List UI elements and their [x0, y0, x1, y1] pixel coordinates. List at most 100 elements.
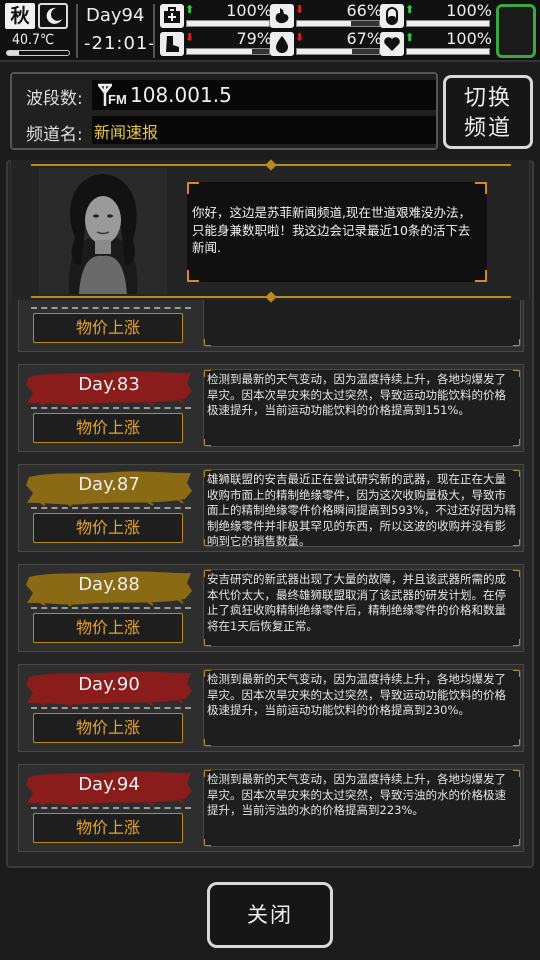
text-box-corner: [204, 770, 211, 777]
stat-health[interactable]: ⬆ 100%: [160, 1, 276, 28]
trend-arrow: ⬇: [185, 31, 195, 44]
announcer-speech-bubble: 你好，这边是苏菲新闻频道,现在世道艰难没办法，只能身兼数职啦！我这边会记录最近1…: [187, 182, 487, 282]
day-label: Day.87: [78, 474, 140, 495]
close-button[interactable]: 关闭: [207, 882, 333, 948]
day-label: Day.88: [78, 574, 140, 595]
news-body-text: 检测到最新的天气变动，因为温度持续上升，各地均爆发了旱灾。因本次旱灾来的太过突然…: [207, 372, 506, 417]
trend-arrow: ⬆: [405, 3, 415, 16]
day-label: Day.83: [78, 374, 140, 395]
gold-diamond: [265, 159, 277, 171]
channel-display: 新闻速报: [92, 116, 436, 144]
status-divider: [153, 4, 155, 58]
stat-thirst[interactable]: ⬇ 67%: [270, 29, 386, 56]
bubble-corner: [187, 182, 199, 194]
news-card: Day.87 物价上涨 雄狮联盟的安吉最近正在尝试研究新的武器，现在正在大量收购市面…: [18, 464, 524, 552]
day-banner: Day.94: [25, 769, 193, 807]
pill-icon: [380, 4, 404, 28]
stat-bar-fill: [407, 21, 489, 26]
announcer-portrait: [39, 168, 167, 294]
dashed-divider: [31, 607, 191, 609]
fm-antenna-icon: FM: [98, 83, 127, 107]
trend-arrow: ⬆: [185, 3, 195, 16]
text-box-corner: [204, 670, 211, 677]
temperature-readout: 40.7℃: [12, 32, 55, 48]
price-rise-tag: 物价上涨: [33, 813, 183, 843]
stat-value: 100%: [226, 1, 272, 20]
stat-bar-fill: [297, 49, 352, 54]
backpack-button[interactable]: [496, 4, 536, 58]
news-body-text: 检测到最新的天气变动，因为温度持续上升，各地均爆发了旱灾。因本次旱灾来的太过突然…: [207, 672, 506, 717]
band-label: 波段数:: [26, 89, 83, 109]
channel-label: 频道名:: [26, 125, 83, 145]
text-box-corner: [204, 370, 211, 377]
trend-arrow: ⬆: [405, 31, 415, 44]
news-body: 安吉研究的新武器出现了大量的故障，并且该武器所需的成本代价太大，最终雄狮联盟取消…: [203, 569, 521, 647]
stat-value: 100%: [446, 29, 492, 48]
stomach-icon: [270, 4, 294, 28]
stat-bar-fill: [297, 21, 352, 26]
news-body: 雄狮联盟的安吉最近正在尝试研究新的武器，现在正在大量收购市面上的精制绝缘零件，因…: [203, 469, 521, 547]
day-label: Day.94: [78, 774, 140, 795]
bubble-corner: [475, 270, 487, 282]
news-card: Day.88 物价上涨 安吉研究的新武器出现了大量的故障，并且该武器所需的成本代价太…: [18, 564, 524, 652]
bubble-corner: [475, 182, 487, 194]
stat-bar: [406, 48, 490, 55]
switch-channel-button[interactable]: 切换 频道: [443, 75, 533, 149]
text-box-corner: [513, 639, 520, 646]
dashed-divider: [31, 807, 191, 809]
stat-value: 67%: [346, 29, 382, 48]
text-box-corner: [204, 470, 211, 477]
status-divider: [76, 4, 78, 58]
stat-mood[interactable]: ⬆ 100%: [380, 1, 496, 28]
stat-spirit[interactable]: ⬆ 100%: [380, 29, 496, 56]
temperature-bar-fill: [7, 51, 20, 55]
price-rise-tag: 物价上涨: [33, 613, 183, 643]
news-body: 检测到最新的天气变动，因为温度持续上升，各地均爆发了旱灾。因本次旱灾来的太过突然…: [203, 769, 521, 847]
medkit-icon: [160, 4, 184, 28]
bubble-corner: [187, 270, 199, 282]
dashed-divider: [31, 507, 191, 509]
stat-bar-fill: [407, 49, 489, 54]
text-box-corner: [513, 339, 520, 346]
day-label: Day.90: [78, 674, 140, 695]
text-box-corner: [513, 839, 520, 846]
price-rise-tag: 物价上涨: [33, 713, 183, 743]
stat-value: 66%: [346, 1, 382, 20]
frequency-value: 108.001.5: [130, 83, 232, 107]
news-card: Day.90 物价上涨 检测到最新的天气变动，因为温度持续上升，各地均爆发了旱灾。因…: [18, 664, 524, 752]
water-drop-icon: [270, 32, 294, 56]
news-body-text: 雄狮联盟的安吉最近正在尝试研究新的武器，现在正在大量收购市面上的精制绝缘零件，因…: [207, 472, 516, 547]
switch-channel-label-line2: 频道: [463, 116, 512, 141]
status-bar: 秋 40.7℃ Day94 -21:01- ⬆ 100% ⬇ 66% ⬆ 100…: [0, 0, 540, 62]
stat-bar: [186, 48, 270, 55]
news-body: 检测到最新的天气变动，因为温度持续上升，各地均爆发了旱灾。因本次旱灾来的太过突然…: [203, 369, 521, 447]
text-box-corner: [513, 739, 520, 746]
day-banner: Day.88: [25, 569, 193, 607]
svg-text:FM: FM: [108, 92, 127, 107]
price-rise-tag: 物价上涨: [33, 413, 183, 443]
dashed-divider: [31, 407, 191, 409]
text-box-corner: [513, 539, 520, 546]
stat-bar: [186, 20, 270, 27]
day-banner: Day.90: [25, 669, 193, 707]
temperature-bar: [6, 50, 70, 56]
stat-value: 100%: [446, 1, 492, 20]
switch-channel-label-line1: 切换: [463, 86, 512, 111]
stat-stamina[interactable]: ⬇ 79%: [160, 29, 276, 56]
text-box-corner: [513, 570, 520, 577]
stat-bar: [296, 48, 380, 55]
text-box-corner: [204, 439, 211, 446]
day-counter: Day94: [86, 5, 145, 26]
dashed-divider: [31, 307, 191, 309]
text-box-corner: [204, 570, 211, 577]
price-rise-tag: 物价上涨: [33, 313, 183, 343]
news-card: Day.94 物价上涨 检测到最新的天气变动，因为温度持续上升，各地均爆发了旱灾。因…: [18, 764, 524, 852]
stat-bar: [406, 20, 490, 27]
frequency-display: FM 108.001.5: [92, 80, 436, 110]
news-body-text: 检测到最新的天气变动，因为温度持续上升，各地均爆发了旱灾。因本次旱灾来的太过突然…: [207, 772, 506, 817]
text-box-corner: [513, 770, 520, 777]
stat-hunger[interactable]: ⬇ 66%: [270, 1, 386, 28]
text-box-corner: [204, 839, 211, 846]
text-box-corner: [513, 370, 520, 377]
trend-arrow: ⬇: [295, 31, 305, 44]
